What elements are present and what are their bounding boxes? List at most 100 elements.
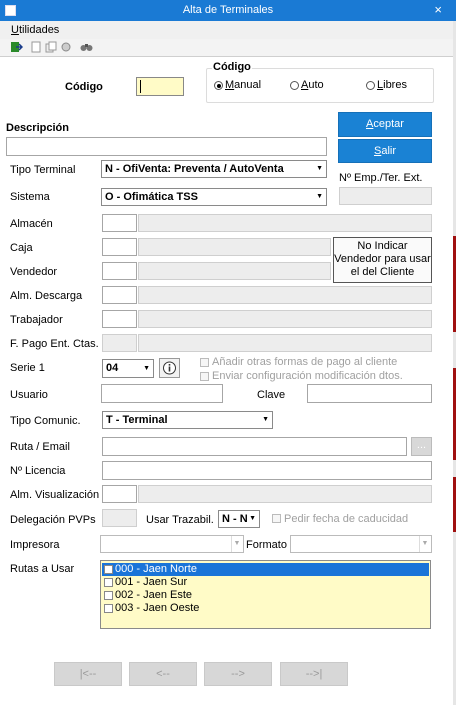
- nav-prev-button[interactable]: <--: [129, 662, 197, 686]
- tipo-comunic-value: T - Terminal: [106, 414, 168, 426]
- serie-label: Serie 1: [10, 362, 45, 374]
- window-title: Alta de Terminales: [182, 4, 274, 16]
- sistema-label: Sistema: [10, 191, 50, 203]
- alm-visualizacion-code-input[interactable]: [102, 485, 137, 503]
- list-item-label: 002 - Jaen Este: [115, 589, 193, 601]
- f-pago-name-field: [138, 334, 432, 352]
- aceptar-button[interactable]: Aceptar: [338, 112, 432, 137]
- almacen-name-field: [138, 214, 432, 232]
- anadir-formas-pago-checkbox[interactable]: [200, 358, 209, 367]
- descripcion-label: Descripción: [6, 122, 69, 134]
- descripcion-input[interactable]: [6, 137, 327, 156]
- enviar-config-checkbox[interactable]: [200, 372, 209, 381]
- radio-manual-label[interactable]: Manual: [225, 79, 261, 91]
- usar-trazabil-select[interactable]: N - N ▼: [218, 510, 260, 528]
- tipo-comunic-label: Tipo Comunic.: [10, 415, 81, 427]
- rutas-list[interactable]: 000 - Jaen Norte 001 - Jaen Sur 002 - Ja…: [100, 560, 431, 629]
- list-item[interactable]: 000 - Jaen Norte: [102, 563, 429, 576]
- usuario-input[interactable]: [101, 384, 223, 403]
- usuario-label: Usuario: [10, 389, 48, 401]
- chevron-down-icon: ▼: [262, 416, 269, 423]
- licencia-input[interactable]: [102, 461, 432, 480]
- list-item-checkbox[interactable]: [104, 578, 113, 587]
- clave-label: Clave: [257, 389, 286, 401]
- caja-code-input[interactable]: [102, 238, 137, 256]
- sistema-select[interactable]: O - Ofimática TSS ▼: [101, 188, 327, 206]
- formato-select[interactable]: ▼: [290, 535, 432, 553]
- radio-auto[interactable]: [290, 81, 299, 90]
- chevron-down-icon: ▼: [143, 365, 150, 372]
- delegacion-label: Delegación PVPs: [10, 514, 96, 526]
- menu-utilidades[interactable]: Utilidades: [11, 24, 59, 36]
- tipo-terminal-select[interactable]: N - OfiVenta: Preventa / AutoVenta ▼: [101, 160, 327, 178]
- toolbar: [0, 39, 456, 57]
- chevron-down-icon: ▼: [231, 536, 242, 552]
- exit-icon[interactable]: [10, 41, 24, 53]
- list-item[interactable]: 002 - Jaen Este: [102, 589, 429, 602]
- close-icon[interactable]: ×: [434, 2, 442, 17]
- list-item[interactable]: 003 - Jaen Oeste: [102, 602, 429, 615]
- ruta-email-input[interactable]: [102, 437, 407, 456]
- trabajador-code-input[interactable]: [102, 310, 137, 328]
- radio-auto-label[interactable]: Auto: [301, 79, 324, 91]
- list-item-checkbox[interactable]: [104, 565, 113, 574]
- rutas-label: Rutas a Usar: [10, 563, 75, 575]
- emp-ter-label: Nº Emp./Ter. Ext.: [339, 172, 423, 184]
- alm-visualizacion-label: Alm. Visualización: [10, 489, 100, 501]
- list-item-checkbox[interactable]: [104, 591, 113, 600]
- nav-last-button[interactable]: -->|: [280, 662, 348, 686]
- radio-libres-label[interactable]: Libres: [377, 79, 407, 91]
- tipo-comunic-select[interactable]: T - Terminal ▼: [102, 411, 273, 429]
- alm-descarga-code-input[interactable]: [102, 286, 137, 304]
- nav-first-button[interactable]: |<--: [54, 662, 122, 686]
- pedir-fecha-checkbox[interactable]: [272, 514, 281, 523]
- chevron-down-icon: ▼: [316, 193, 323, 200]
- alm-visualizacion-name-field: [138, 485, 432, 503]
- serie-info-button[interactable]: [159, 358, 180, 378]
- ruta-browse-button[interactable]: ...: [411, 437, 432, 456]
- list-item-label: 000 - Jaen Norte: [115, 563, 197, 575]
- list-item-checkbox[interactable]: [104, 604, 113, 613]
- vendedor-label: Vendedor: [10, 266, 58, 278]
- f-pago-code-field: [102, 334, 137, 352]
- serie-value: 04: [106, 362, 119, 374]
- vendedor-code-input[interactable]: [102, 262, 137, 280]
- usar-trazabil-value: N - N: [222, 513, 248, 525]
- chevron-down-icon: ▼: [316, 165, 323, 172]
- impresora-select[interactable]: ▼: [100, 535, 244, 553]
- ruta-email-label: Ruta / Email: [10, 441, 70, 453]
- licencia-label: Nº Licencia: [10, 465, 66, 477]
- codigo-label: Código: [65, 81, 103, 93]
- chevron-down-icon: ▼: [249, 515, 256, 522]
- clave-input[interactable]: [307, 384, 432, 403]
- radio-manual[interactable]: [214, 81, 223, 90]
- info-icon: [163, 361, 176, 375]
- alm-descarga-name-field: [138, 286, 432, 304]
- document-icon[interactable]: [30, 41, 43, 53]
- emp-ter-field: [339, 187, 432, 205]
- caja-label: Caja: [10, 242, 33, 254]
- tools-icon[interactable]: [60, 41, 73, 53]
- radio-libres[interactable]: [366, 81, 375, 90]
- serie-select[interactable]: 04 ▼: [102, 359, 154, 378]
- codigo-input[interactable]: [136, 77, 184, 96]
- no-indicar-vendedor-button[interactable]: No Indicar Vendedor para usar el del Cli…: [333, 237, 432, 283]
- enviar-config-label: Enviar configuración modificación dtos.: [212, 370, 403, 382]
- list-item[interactable]: 001 - Jaen Sur: [102, 576, 429, 589]
- chevron-down-icon: ▼: [419, 536, 430, 552]
- nav-next-button[interactable]: -->: [204, 662, 272, 686]
- salir-button[interactable]: Salir: [338, 139, 432, 163]
- trabajador-label: Trabajador: [10, 314, 63, 326]
- tipo-terminal-value: N - OfiVenta: Preventa / AutoVenta: [105, 163, 284, 175]
- codigo-group-label: Código: [212, 61, 252, 73]
- almacen-code-input[interactable]: [102, 214, 137, 232]
- caja-name-field: [138, 238, 331, 256]
- delegacion-field: [102, 509, 137, 527]
- title-bar: Alta de Terminales ×: [0, 0, 456, 21]
- alm-descarga-label: Alm. Descarga: [10, 290, 83, 302]
- binoculars-icon[interactable]: [80, 41, 93, 53]
- pedir-fecha-label: Pedir fecha de caducidad: [284, 513, 409, 525]
- impresora-label: Impresora: [10, 539, 60, 551]
- copy-icon[interactable]: [45, 41, 58, 53]
- list-item-label: 003 - Jaen Oeste: [115, 602, 200, 614]
